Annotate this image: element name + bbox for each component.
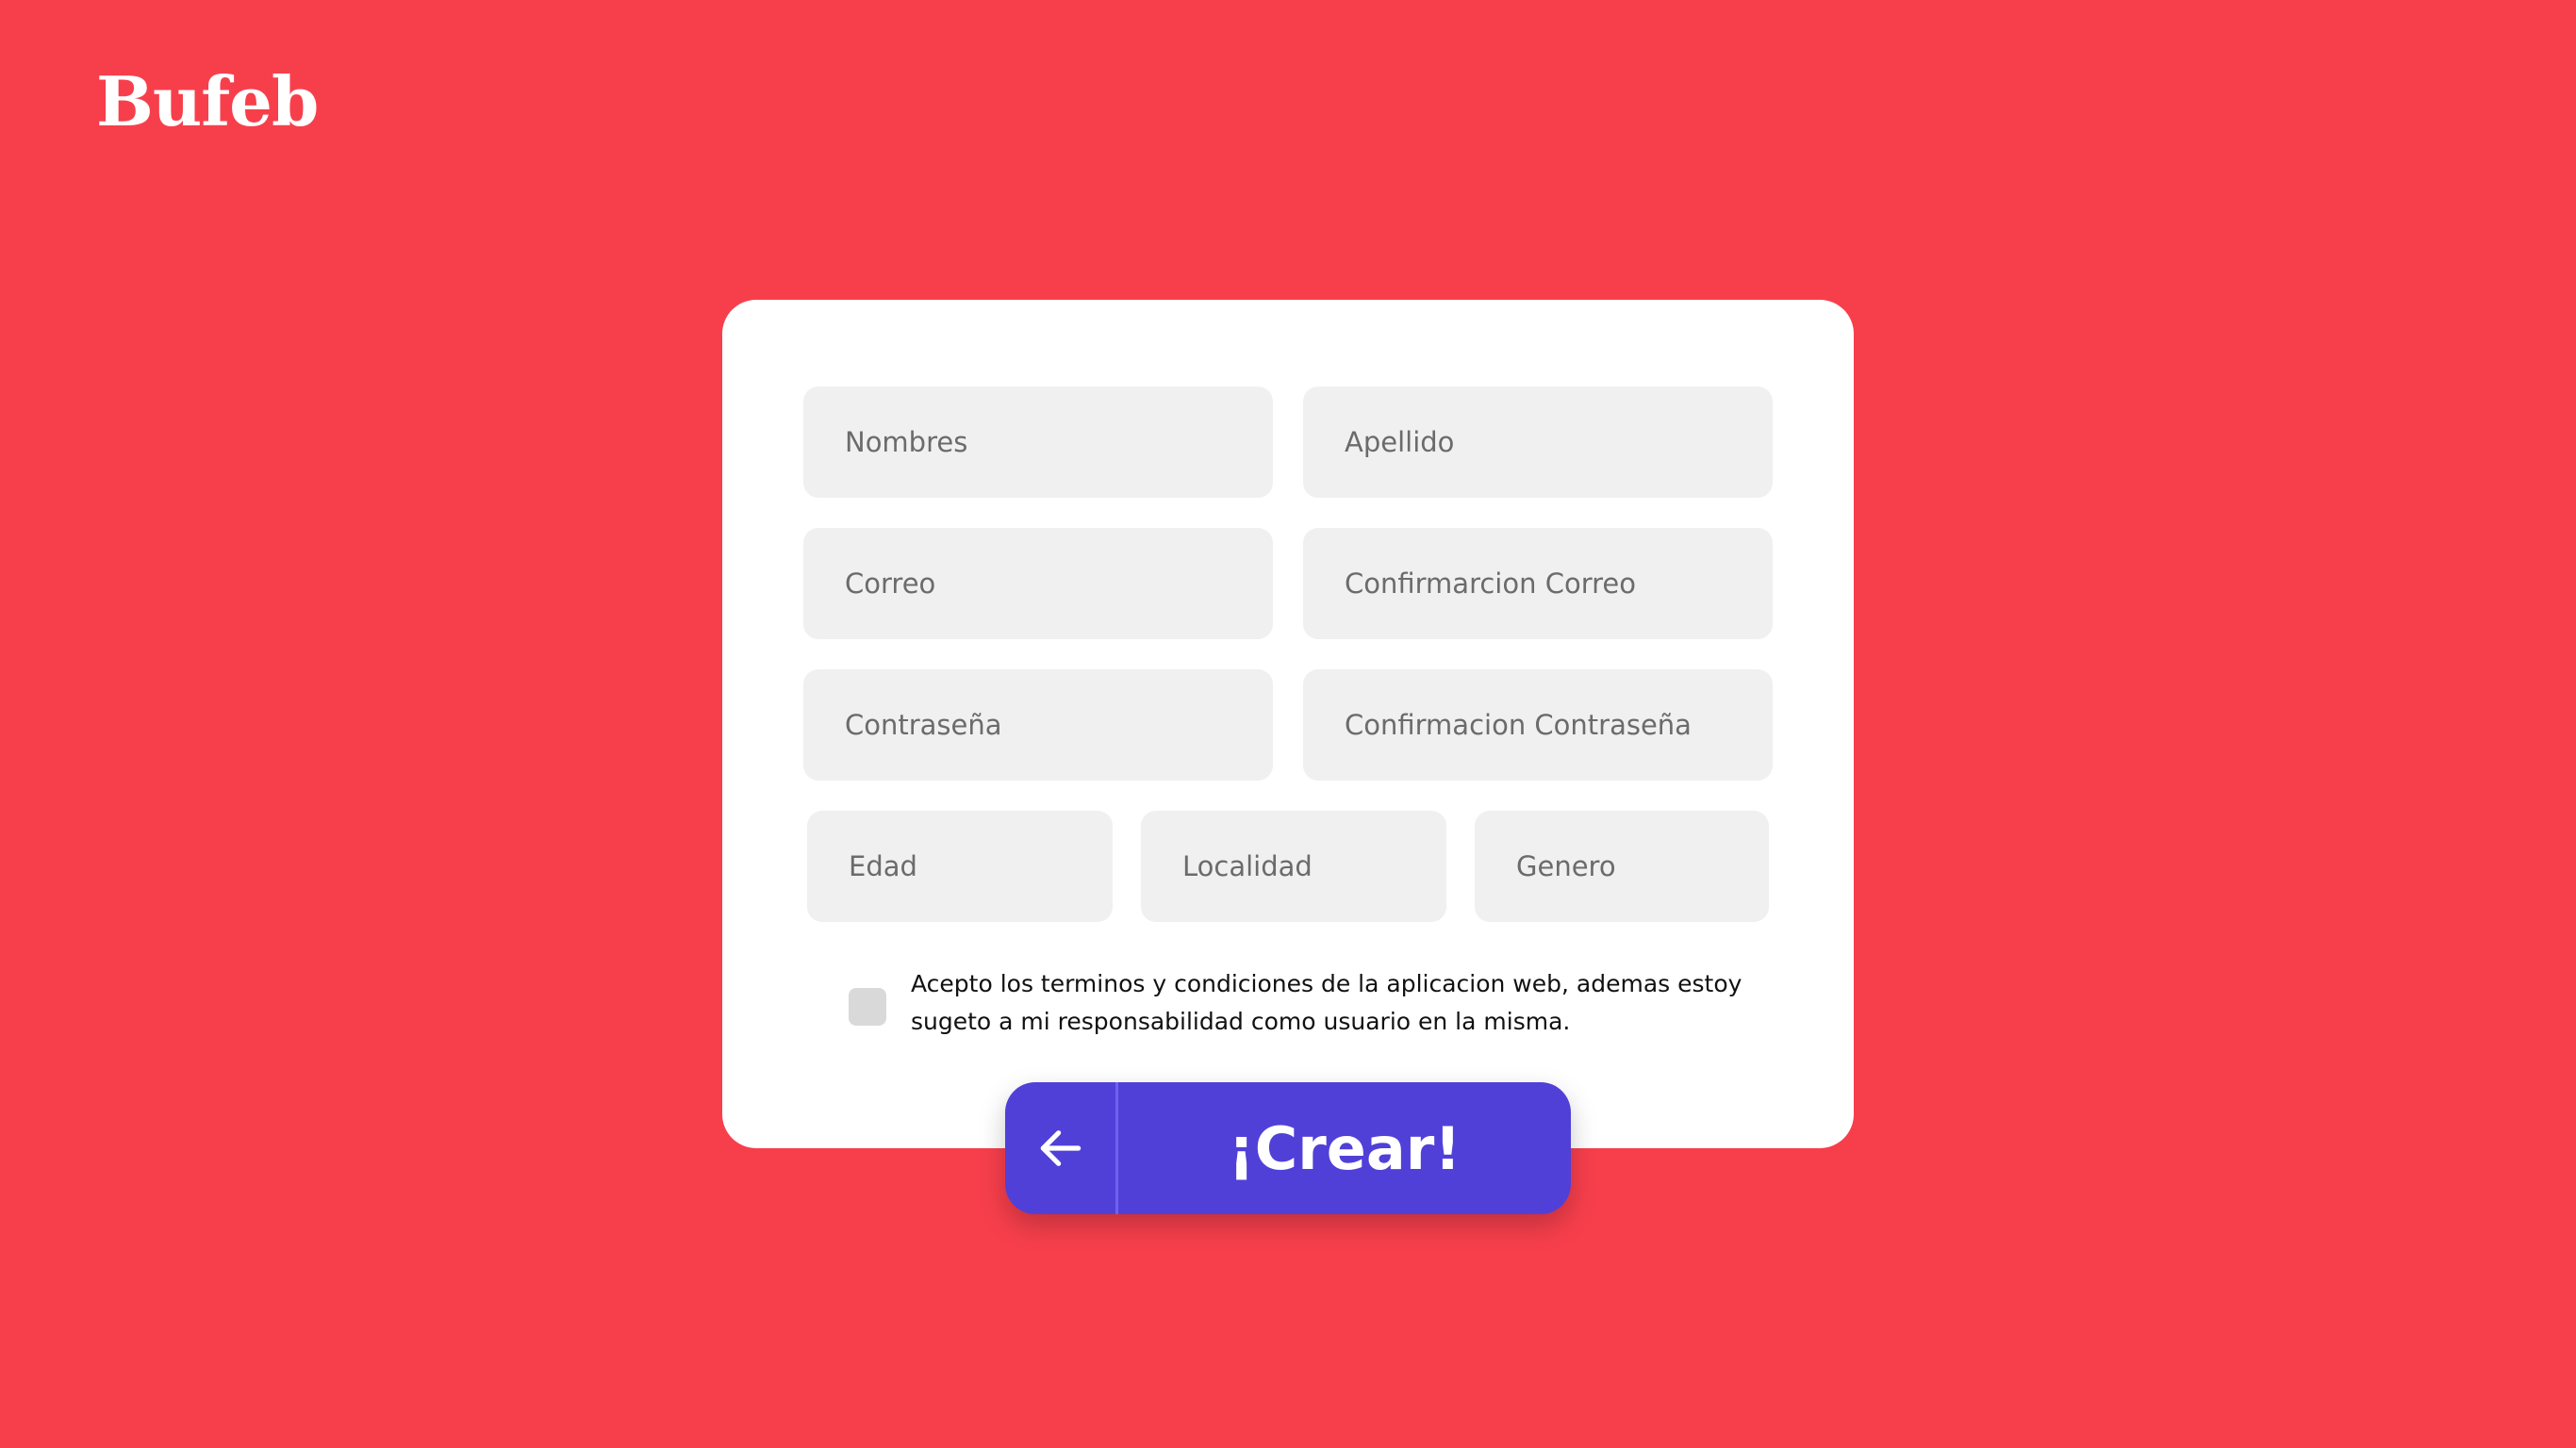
nombres-field[interactable] <box>803 387 1273 498</box>
genero-input[interactable] <box>1475 811 1769 922</box>
localidad-input[interactable] <box>1141 811 1446 922</box>
apellido-field[interactable] <box>1303 387 1773 498</box>
genero-field[interactable] <box>1475 811 1769 922</box>
arrow-left-icon <box>1040 1130 1081 1166</box>
confirmacion-correo-input[interactable] <box>1303 528 1773 639</box>
confirmacion-contrasena-field[interactable] <box>1303 669 1773 781</box>
edad-input[interactable] <box>807 811 1113 922</box>
confirmacion-contrasena-input[interactable] <box>1303 669 1773 781</box>
terms-checkbox[interactable] <box>849 988 886 1026</box>
signup-page: Bufeb Acepto los ter <box>0 0 2576 1448</box>
create-button[interactable]: ¡Crear! <box>1118 1082 1571 1214</box>
edad-field[interactable] <box>807 811 1113 922</box>
brand-logo[interactable]: Bufeb <box>96 57 319 147</box>
action-bar: ¡Crear! <box>1005 1082 1571 1214</box>
contrasena-field[interactable] <box>803 669 1273 781</box>
apellido-input[interactable] <box>1303 387 1773 498</box>
correo-field[interactable] <box>803 528 1273 639</box>
localidad-field[interactable] <box>1141 811 1446 922</box>
nombres-input[interactable] <box>803 387 1273 498</box>
terms-label: Acepto los terminos y condiciones de la … <box>911 970 1742 1035</box>
signup-card: Acepto los terminos y condiciones de la … <box>722 300 1854 1148</box>
correo-input[interactable] <box>803 528 1273 639</box>
terms-row: Acepto los terminos y condiciones de la … <box>849 965 1754 1050</box>
contrasena-input[interactable] <box>803 669 1273 781</box>
confirmacion-correo-field[interactable] <box>1303 528 1773 639</box>
back-button[interactable] <box>1005 1082 1118 1214</box>
